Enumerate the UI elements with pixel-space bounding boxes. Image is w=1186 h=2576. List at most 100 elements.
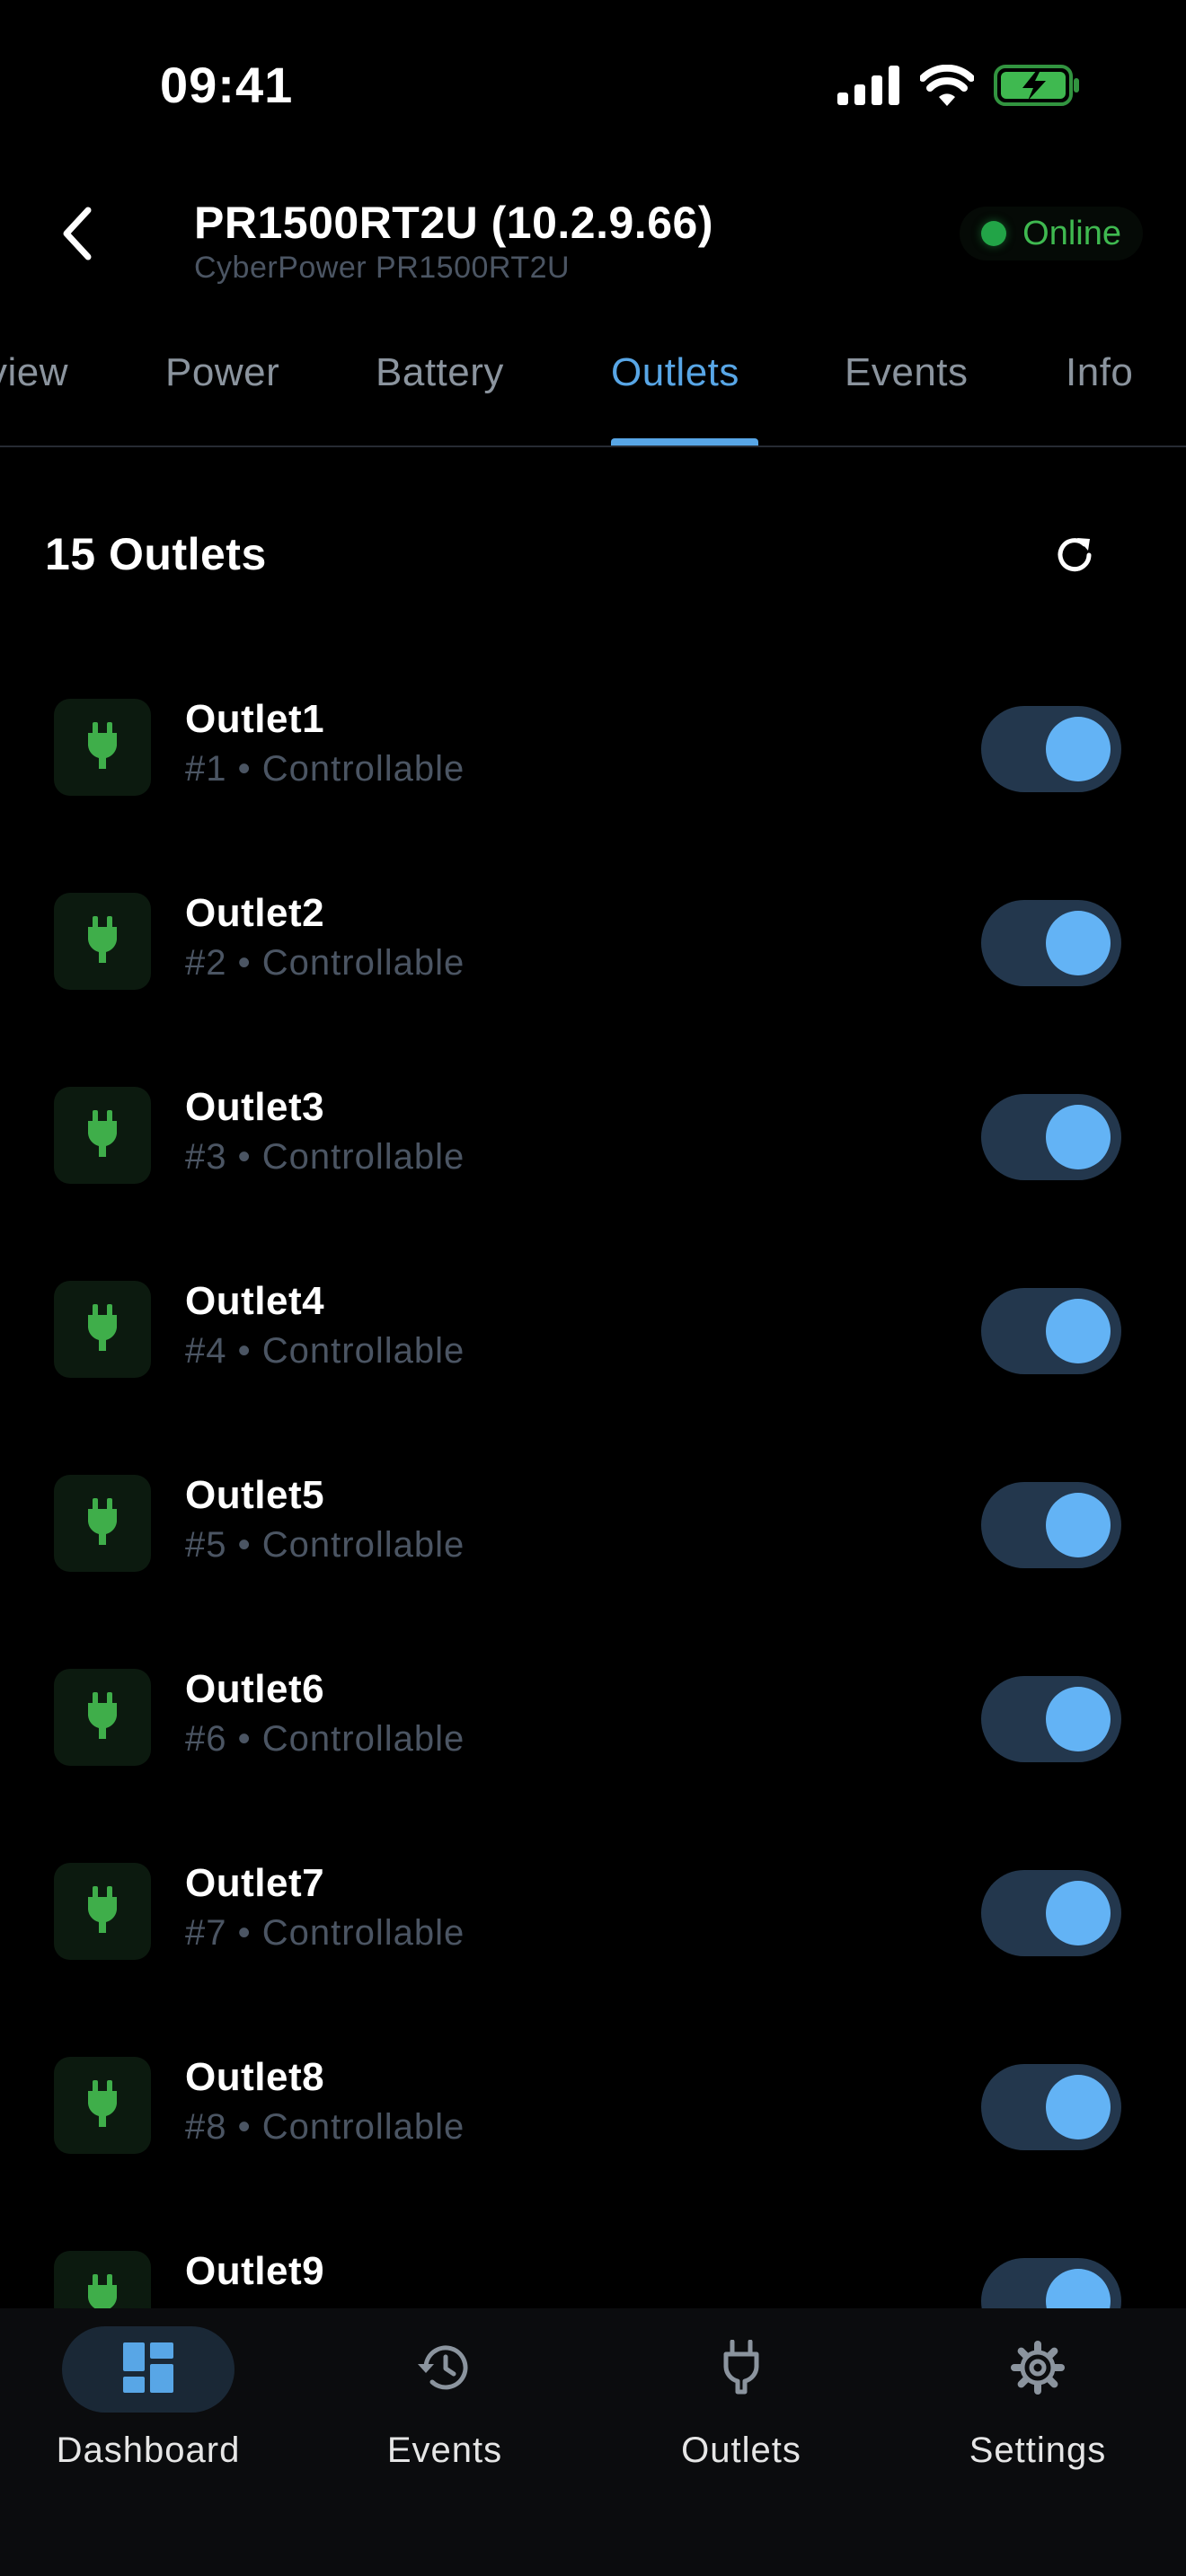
outlet-name: Outlet2: [185, 891, 325, 935]
outlet-separator: •: [237, 749, 252, 789]
nav-dashboard[interactable]: Dashboard: [0, 2326, 296, 2506]
outlet-separator: •: [237, 1719, 252, 1759]
outlet-row: Outlet7 #7 • Controllable: [0, 1820, 1186, 2014]
outlet-number: #8: [185, 2107, 227, 2147]
outlet-name: Outlet4: [185, 1279, 325, 1323]
outlet-name: Outlet5: [185, 1473, 325, 1517]
cellular-signal-icon: [837, 66, 900, 110]
outlet-separator: •: [237, 1525, 252, 1565]
refresh-icon: [1052, 533, 1097, 582]
nav-label: Outlets: [681, 2430, 801, 2470]
outlet-power-toggle[interactable]: [981, 2258, 1121, 2308]
refresh-button[interactable]: [1042, 525, 1107, 589]
outlet-mode: Controllable: [261, 749, 465, 789]
nav-label: Events: [386, 2430, 503, 2470]
device-subtitle: CyberPower PR1500RT2U: [194, 251, 571, 285]
outlet-details: #4 • Controllable: [185, 1331, 465, 1372]
active-tab-indicator: [611, 438, 758, 446]
outlet-separator: •: [237, 1137, 252, 1177]
nav-outlets[interactable]: Outlets: [593, 2326, 890, 2506]
nav-settings[interactable]: Settings: [890, 2326, 1186, 2506]
online-dot-icon: [981, 221, 1007, 246]
toggle-knob: [1046, 1881, 1111, 1945]
device-title-block: PR1500RT2U (10.2.9.66) CyberPower PR1500…: [194, 196, 713, 286]
status-icons: [837, 64, 1080, 110]
tab-overview[interactable]: view: [0, 350, 68, 395]
outlet-power-toggle[interactable]: [981, 1870, 1121, 1956]
nav-icon-container: [62, 2326, 235, 2413]
outlet-mode: Controllable: [261, 1525, 465, 1565]
outlet-icon-box: [54, 2057, 151, 2154]
nav-label: Dashboard: [56, 2430, 241, 2470]
app-header: PR1500RT2U (10.2.9.66) CyberPower PR1500…: [0, 171, 1186, 314]
outlet-mode: Controllable: [261, 1137, 465, 1177]
bottom-navigation: Dashboard Events Outlets Settings: [0, 2308, 1186, 2576]
tab-outlets[interactable]: Outlets: [611, 350, 739, 395]
status-text: Online: [1022, 214, 1121, 252]
outlet-icon-box: [54, 2251, 151, 2308]
tab-battery[interactable]: Battery: [376, 350, 504, 395]
nav-events[interactable]: Events: [296, 2326, 593, 2506]
outlet-details: #3 • Controllable: [185, 1137, 465, 1178]
outlet-number: #4: [185, 1331, 227, 1371]
outlet-power-toggle[interactable]: [981, 706, 1121, 792]
gear-icon: [1010, 2340, 1066, 2400]
outlet-name: Outlet8: [185, 2055, 325, 2099]
plug-icon: [86, 1691, 119, 1743]
outlet-power-toggle[interactable]: [981, 1094, 1121, 1180]
outlet-power-toggle[interactable]: [981, 1676, 1121, 1762]
dashboard-icon: [123, 2342, 173, 2397]
outlet-icon-box: [54, 1281, 151, 1378]
device-title: PR1500RT2U (10.2.9.66): [194, 198, 713, 248]
toggle-knob: [1046, 1493, 1111, 1557]
tab-info[interactable]: Info: [1066, 350, 1133, 395]
outlet-row: Outlet6 #6 • Controllable: [0, 1626, 1186, 1820]
outlet-separator: •: [237, 1331, 252, 1371]
outlet-separator: •: [237, 943, 252, 983]
outlet-details: #7 • Controllable: [185, 1913, 465, 1954]
outlets-count-title: 15 Outlets: [45, 529, 267, 579]
tab-events[interactable]: Events: [845, 350, 969, 395]
outlet-power-toggle[interactable]: [981, 1288, 1121, 1374]
outlet-number: #7: [185, 1913, 227, 1953]
outlet-number: #5: [185, 1525, 227, 1565]
outlet-row: Outlet4 #4 • Controllable: [0, 1238, 1186, 1432]
plug-icon: [86, 1109, 119, 1161]
toggle-knob: [1046, 1105, 1111, 1169]
outlet-row: Outlet5 #5 • Controllable: [0, 1432, 1186, 1626]
outlet-row: Outlet2 #2 • Controllable: [0, 850, 1186, 1044]
battery-charging-icon: [994, 65, 1080, 110]
plug-icon: [721, 2339, 761, 2400]
outlet-row: Outlet8 #8 • Controllable: [0, 2014, 1186, 2208]
plug-icon: [86, 721, 119, 773]
back-button[interactable]: [45, 199, 110, 271]
outlets-section-header: 15 Outlets: [0, 449, 1186, 656]
toggle-knob: [1046, 1687, 1111, 1751]
plug-icon: [86, 1497, 119, 1549]
tab-power[interactable]: Power: [165, 350, 279, 395]
outlet-power-toggle[interactable]: [981, 2064, 1121, 2150]
plug-icon: [86, 1885, 119, 1937]
outlet-power-toggle[interactable]: [981, 1482, 1121, 1568]
history-icon: [417, 2341, 473, 2399]
outlet-name: Outlet1: [185, 697, 325, 741]
outlet-icon-box: [54, 1669, 151, 1766]
chevron-left-icon: [59, 205, 95, 267]
tab-bar: view Power Battery Outlets Events Info: [0, 314, 1186, 447]
outlet-details: #6 • Controllable: [185, 1719, 465, 1760]
plug-icon: [86, 2273, 119, 2308]
outlet-row: Outlet3 #3 • Controllable: [0, 1044, 1186, 1238]
outlet-icon-box: [54, 1475, 151, 1572]
plug-icon: [86, 915, 119, 967]
nav-icon-container: [358, 2326, 531, 2413]
outlet-details: #8 • Controllable: [185, 2107, 465, 2148]
outlet-number: #6: [185, 1719, 227, 1759]
nav-label: Settings: [969, 2430, 1107, 2470]
outlet-icon-box: [54, 1087, 151, 1184]
outlet-details: #2 • Controllable: [185, 943, 465, 984]
status-time: 09:41: [160, 57, 294, 113]
outlet-icon-box: [54, 893, 151, 990]
outlet-name: Outlet7: [185, 1861, 325, 1905]
outlet-name: Outlet6: [185, 1667, 325, 1711]
outlet-power-toggle[interactable]: [981, 900, 1121, 986]
